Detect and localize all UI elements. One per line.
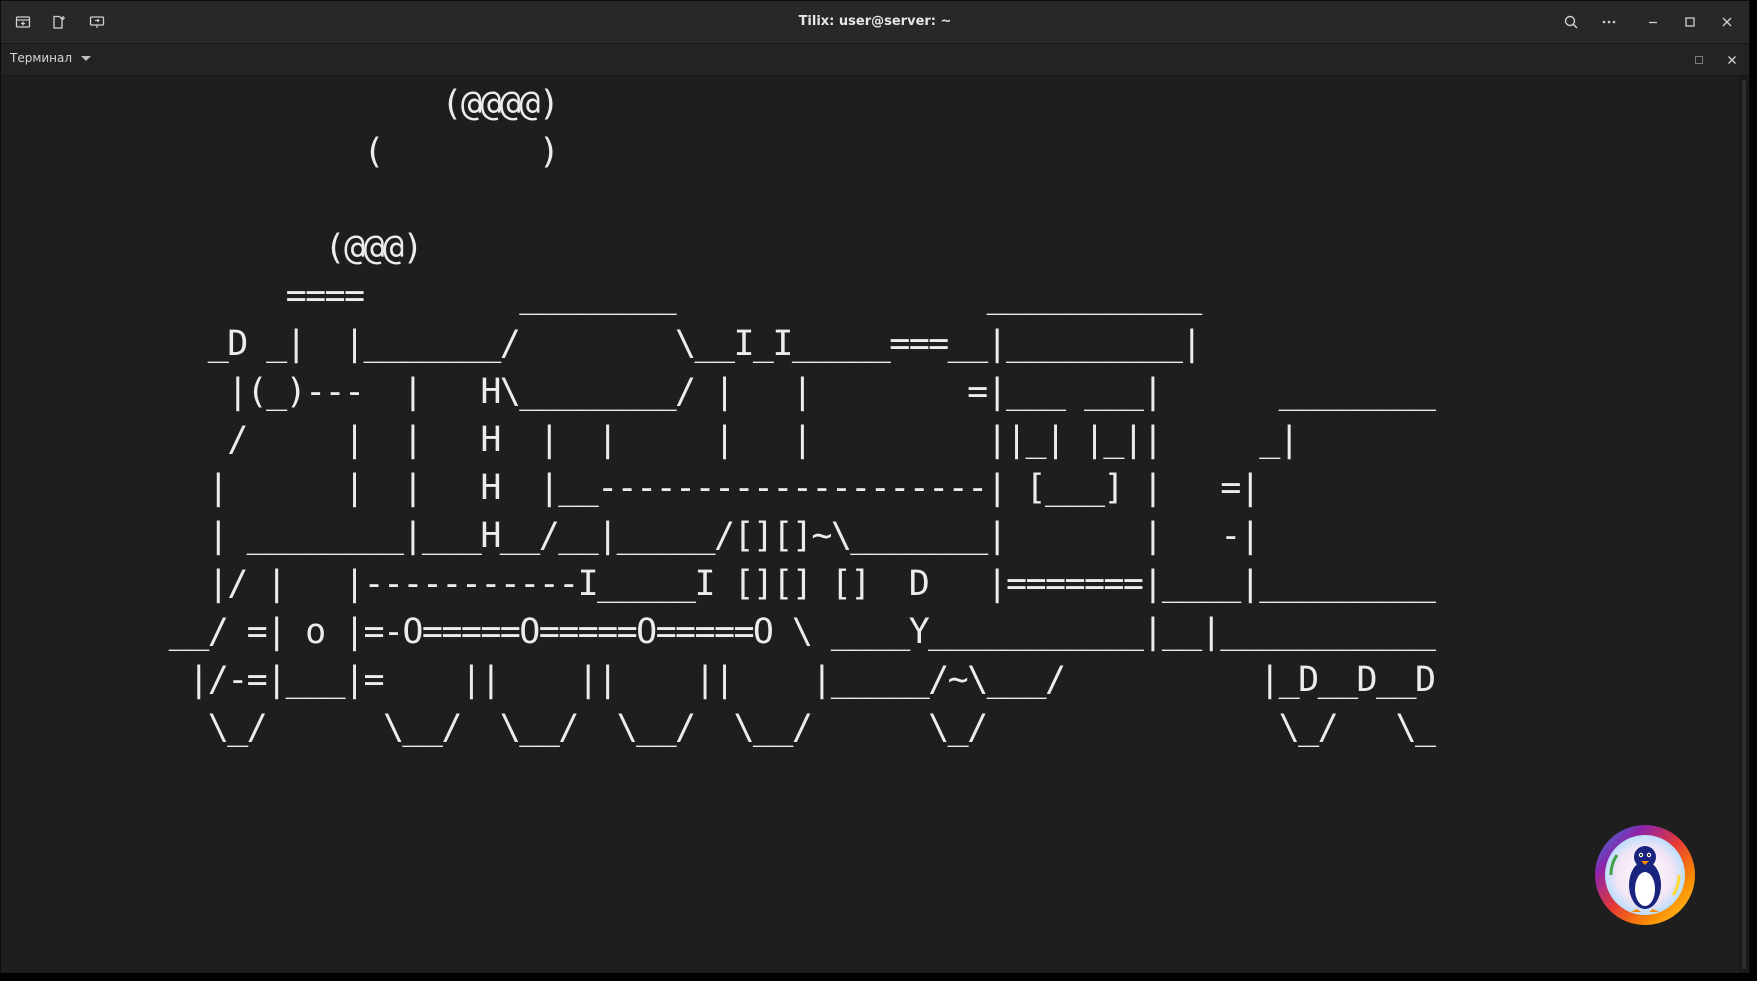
search-icon[interactable] (1559, 10, 1583, 34)
session-sidebar-icon[interactable] (85, 10, 109, 34)
session-menu-button[interactable]: Терминал (10, 51, 92, 65)
add-session-icon[interactable] (47, 10, 71, 34)
terminal-output: (@@@@) ( ) (@@@) ==== ________ _________… (13, 80, 1436, 752)
terminal-line: (@@@) (13, 228, 424, 268)
window-title: Tilix: user@server: ~ (798, 14, 952, 29)
terminal-line: _D _| |_______/ \__I_I_____===__|_______… (13, 324, 1203, 364)
add-terminal-icon[interactable] (11, 10, 35, 34)
titlebar: Tilix: user@server: ~ (1, 1, 1749, 44)
more-icon[interactable] (1597, 10, 1621, 34)
minimize-icon[interactable] (1641, 10, 1665, 34)
maximize-terminal-icon[interactable] (1689, 50, 1709, 70)
terminal-scrollbar[interactable] (1739, 76, 1749, 973)
terminal-line: |/-=|___|= || || || |_____/~\___/ |_D__D… (13, 660, 1436, 700)
screen-bottom-edge (0, 973, 1757, 981)
close-terminal-icon[interactable] (1722, 50, 1742, 70)
close-icon[interactable] (1715, 10, 1739, 34)
terminal-line: | | | H |__--------------------| [___] |… (13, 468, 1261, 508)
terminal-line: |/ | |-----------I_____I [][] [] D |====… (13, 564, 1436, 604)
chevron-down-icon (81, 56, 92, 61)
terminal-line: (@@@@) (13, 84, 559, 124)
maximize-icon[interactable] (1678, 10, 1702, 34)
session-bar: Терминал (1, 44, 1749, 76)
terminal-window: Tilix: user@server: ~ Терминал (@@@@) (… (0, 0, 1750, 974)
scrollbar-thumb[interactable] (1742, 80, 1746, 969)
terminal-line: \_/ \__/ \__/ \__/ \__/ \_/ \_/ \_ (13, 708, 1436, 748)
terminal-line: ( ) (13, 132, 559, 172)
terminal-line: / | | H | | | | ||_| |_|| _| (13, 420, 1300, 460)
terminal-line: __/ =| o |=-O=====O=====O=====O \ ____Y_… (13, 612, 1436, 652)
terminal-view[interactable]: (@@@@) ( ) (@@@) ==== ________ _________… (1, 76, 1749, 973)
terminal-line: |(_)--- | H\________/ | | =|___ ___| ___… (13, 372, 1436, 412)
terminal-line: ==== ________ ___________ (13, 276, 1203, 316)
session-menu-label: Терминал (10, 51, 73, 65)
terminal-line: | ________|___H__/__|_____/[][]~\_______… (13, 516, 1261, 556)
penguin-logo-icon (1593, 823, 1697, 927)
